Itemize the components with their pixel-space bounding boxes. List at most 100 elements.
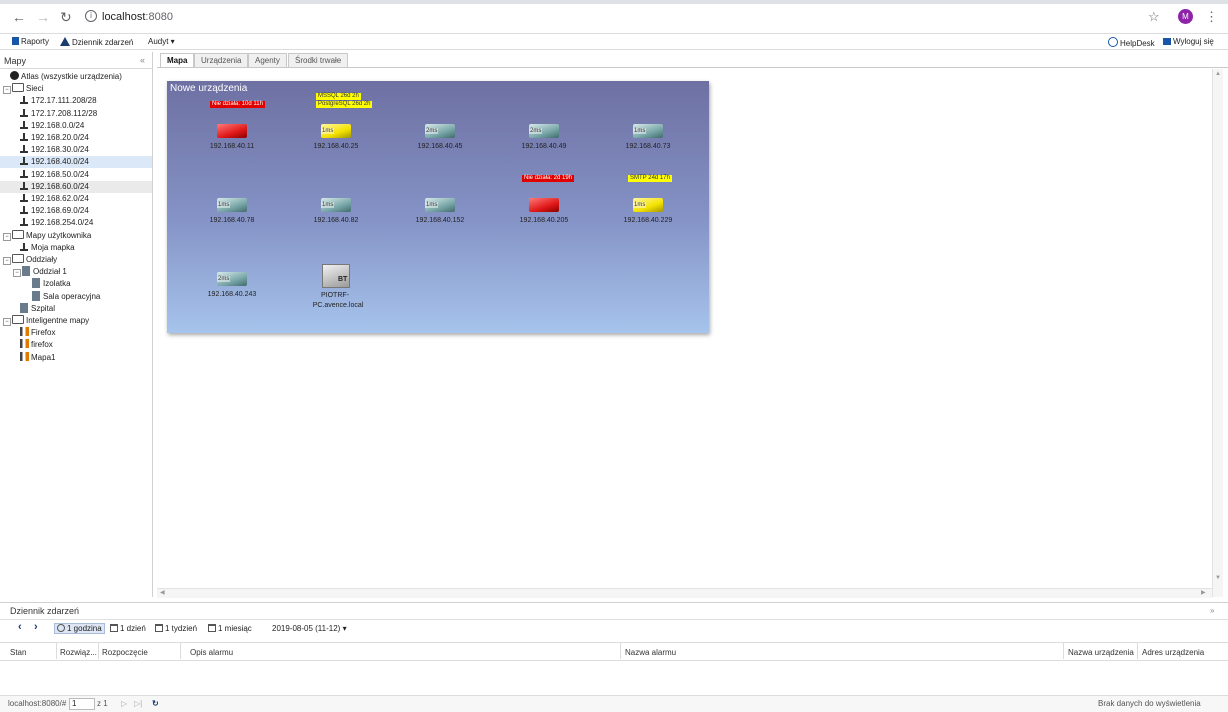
latency-label: 2ms bbox=[217, 276, 231, 282]
globe-icon bbox=[10, 71, 19, 80]
collapse-toggle-icon[interactable]: − bbox=[3, 257, 11, 265]
sidebar-collapse-button[interactable]: « bbox=[140, 55, 145, 65]
date-selector[interactable]: 2019-08-05 (11-12) ▾ bbox=[272, 624, 347, 633]
device-ip-label[interactable]: 192.168.40.243 bbox=[182, 291, 282, 298]
device-ip-label[interactable]: 192.168.40.78 bbox=[182, 217, 282, 224]
range-1-month-button[interactable]: 1 miesiąc bbox=[208, 624, 252, 633]
sidebar-item[interactable]: − Sieci bbox=[0, 83, 152, 95]
map-horizontal-scrollbar[interactable]: ◀ ▶ bbox=[157, 588, 1212, 598]
browser-menu-icon[interactable]: ⋮ bbox=[1205, 9, 1218, 25]
collapse-toggle-icon[interactable]: − bbox=[13, 269, 21, 278]
browser-tab-strip bbox=[0, 0, 1228, 4]
col-started[interactable]: Rozpoczęcie bbox=[102, 648, 148, 657]
alert-badge[interactable]: Nie działa: 2d 19h bbox=[522, 175, 575, 182]
device-ip-label[interactable]: 192.168.40.82 bbox=[286, 217, 386, 224]
sidebar-item[interactable]: Moja mapka bbox=[0, 242, 152, 254]
sidebar-item[interactable]: Firefox bbox=[0, 327, 152, 339]
device-ip-label[interactable]: 192.168.40.73 bbox=[598, 143, 698, 150]
map-vertical-scrollbar[interactable]: ▲ ▼ bbox=[1212, 69, 1223, 597]
reload-icon[interactable]: ↻ bbox=[60, 10, 72, 24]
url-text[interactable]: localhost:8080 bbox=[102, 11, 173, 23]
col-alarm-description[interactable]: Opis alarmu bbox=[190, 648, 233, 657]
reports-button[interactable]: Raporty bbox=[12, 37, 49, 46]
helpdesk-button[interactable]: HelpDesk bbox=[1108, 37, 1155, 48]
profile-avatar[interactable]: M bbox=[1178, 9, 1193, 24]
sidebar-item[interactable]: − Mapy użytkownika bbox=[0, 229, 152, 242]
sidebar-item[interactable]: Mapa1 bbox=[0, 351, 152, 364]
device-ip-label[interactable]: 192.168.40.229 bbox=[598, 217, 698, 224]
address-bar[interactable] bbox=[80, 8, 1130, 26]
device-ip-label[interactable]: 192.168.40.49 bbox=[494, 143, 594, 150]
prev-period-icon[interactable]: ‹ bbox=[18, 621, 22, 633]
next-period-icon[interactable]: › bbox=[34, 621, 38, 633]
tab-devices[interactable]: Urządzenia bbox=[194, 53, 249, 68]
device-ip-label[interactable]: 192.168.40.152 bbox=[390, 217, 490, 224]
sidebar-item[interactable]: firefox bbox=[0, 339, 152, 351]
building-icon bbox=[32, 278, 40, 289]
range-1-week-button[interactable]: 1 tydzień bbox=[155, 624, 197, 633]
next-page-icon[interactable]: ▷ bbox=[121, 699, 127, 708]
sidebar-item[interactable]: 192.168.40.0/24 bbox=[0, 156, 152, 169]
status-link[interactable]: localhost:8080/# bbox=[8, 699, 66, 708]
collapse-toggle-icon[interactable]: − bbox=[3, 318, 11, 326]
sidebar-item[interactable]: 192.168.30.0/24 bbox=[0, 144, 152, 156]
sidebar-item[interactable]: − Oddziały bbox=[0, 254, 152, 266]
col-device-name[interactable]: Nazwa urządzenia bbox=[1068, 648, 1134, 657]
sidebar-item[interactable]: 172.17.111.208/28 bbox=[0, 95, 152, 107]
device-ip-label[interactable]: 192.168.40.25 bbox=[286, 143, 386, 150]
refresh-icon[interactable]: ↻ bbox=[152, 699, 159, 708]
column-divider bbox=[1063, 643, 1064, 659]
sidebar-item[interactable]: Izolatka bbox=[0, 278, 152, 290]
collapse-toggle-icon[interactable]: − bbox=[3, 86, 11, 95]
sidebar-item[interactable]: 192.168.69.0/24 bbox=[0, 205, 152, 217]
range-1-day-button[interactable]: 1 dzień bbox=[110, 624, 146, 633]
col-device-address[interactable]: Adres urządzenia bbox=[1142, 648, 1204, 657]
tab-fixed-assets[interactable]: Środki trwałe bbox=[288, 53, 349, 68]
col-state[interactable]: Stan bbox=[10, 648, 26, 657]
device-ip-label[interactable]: 192.168.40.11 bbox=[182, 143, 282, 150]
page-number-input[interactable]: 1 bbox=[69, 698, 95, 710]
sidebar-item[interactable]: − Oddział 1 bbox=[0, 266, 152, 278]
sidebar-item[interactable]: − Inteligentne mapy bbox=[0, 315, 152, 327]
alert-badge[interactable]: SMTP 24d 17h bbox=[628, 175, 672, 182]
device-icon[interactable] bbox=[529, 198, 559, 212]
bookmark-star-icon[interactable]: ☆ bbox=[1148, 9, 1160, 25]
latency-label: 1ms bbox=[425, 202, 439, 208]
event-log-title: Dziennik zdarzeń bbox=[10, 606, 80, 616]
alert-badge[interactable]: PostgreSQL 26d 2h bbox=[316, 101, 373, 108]
latency-label: 1ms bbox=[633, 128, 647, 134]
network-icon bbox=[20, 96, 28, 105]
network-icon bbox=[20, 206, 28, 215]
sidebar-item[interactable]: 192.168.50.0/24 bbox=[0, 169, 152, 181]
sidebar-item[interactable]: 192.168.254.0/24 bbox=[0, 217, 152, 229]
sidebar-item[interactable]: Sala operacyjna bbox=[0, 290, 152, 303]
sidebar-item[interactable]: Szpital bbox=[0, 302, 152, 315]
range-1-hour-button[interactable]: 1 godzina bbox=[54, 623, 105, 634]
col-resolved[interactable]: Rozwiąz... bbox=[60, 648, 97, 657]
audit-menu-button[interactable]: Audyt ▾ bbox=[148, 37, 175, 46]
forward-icon[interactable]: → bbox=[36, 10, 50, 24]
tab-map[interactable]: Mapa bbox=[160, 53, 195, 68]
col-alarm-name[interactable]: Nazwa alarmu bbox=[625, 648, 676, 657]
sidebar-item-label: Inteligentne mapy bbox=[26, 316, 90, 325]
sidebar-item[interactable]: 192.168.60.0/24 bbox=[0, 180, 152, 193]
device-ip-label[interactable]: 192.168.40.45 bbox=[390, 143, 490, 150]
tab-agents[interactable]: Agenty bbox=[248, 53, 287, 68]
event-log-button[interactable]: Dziennik zdarzeń bbox=[60, 37, 133, 47]
sidebar-item[interactable]: 192.168.0.0/24 bbox=[0, 120, 152, 132]
back-icon[interactable]: ← bbox=[12, 10, 26, 24]
sidebar-item[interactable]: 172.17.208.112/28 bbox=[0, 108, 152, 120]
sidebar-item[interactable]: 192.168.62.0/24 bbox=[0, 193, 152, 205]
alert-badge[interactable]: Nie działa: 10d 11h bbox=[210, 101, 265, 108]
device-icon[interactable] bbox=[217, 124, 247, 138]
info-icon[interactable]: i bbox=[85, 10, 97, 22]
event-log-collapse-button[interactable]: » bbox=[1210, 606, 1214, 615]
collapse-toggle-icon[interactable]: − bbox=[3, 232, 11, 241]
last-page-icon[interactable]: ▷| bbox=[134, 699, 142, 708]
alert-badge[interactable]: MSSQL 26d 2h bbox=[316, 93, 361, 100]
device-ip-label[interactable]: 192.168.40.205 bbox=[494, 217, 594, 224]
sidebar-item-label: 192.168.69.0/24 bbox=[31, 206, 89, 216]
sidebar-item[interactable]: 192.168.20.0/24 bbox=[0, 132, 152, 144]
sidebar-item[interactable]: Atlas (wszystkie urządzenia) bbox=[0, 71, 152, 83]
logout-button[interactable]: Wyloguj się bbox=[1163, 37, 1214, 46]
